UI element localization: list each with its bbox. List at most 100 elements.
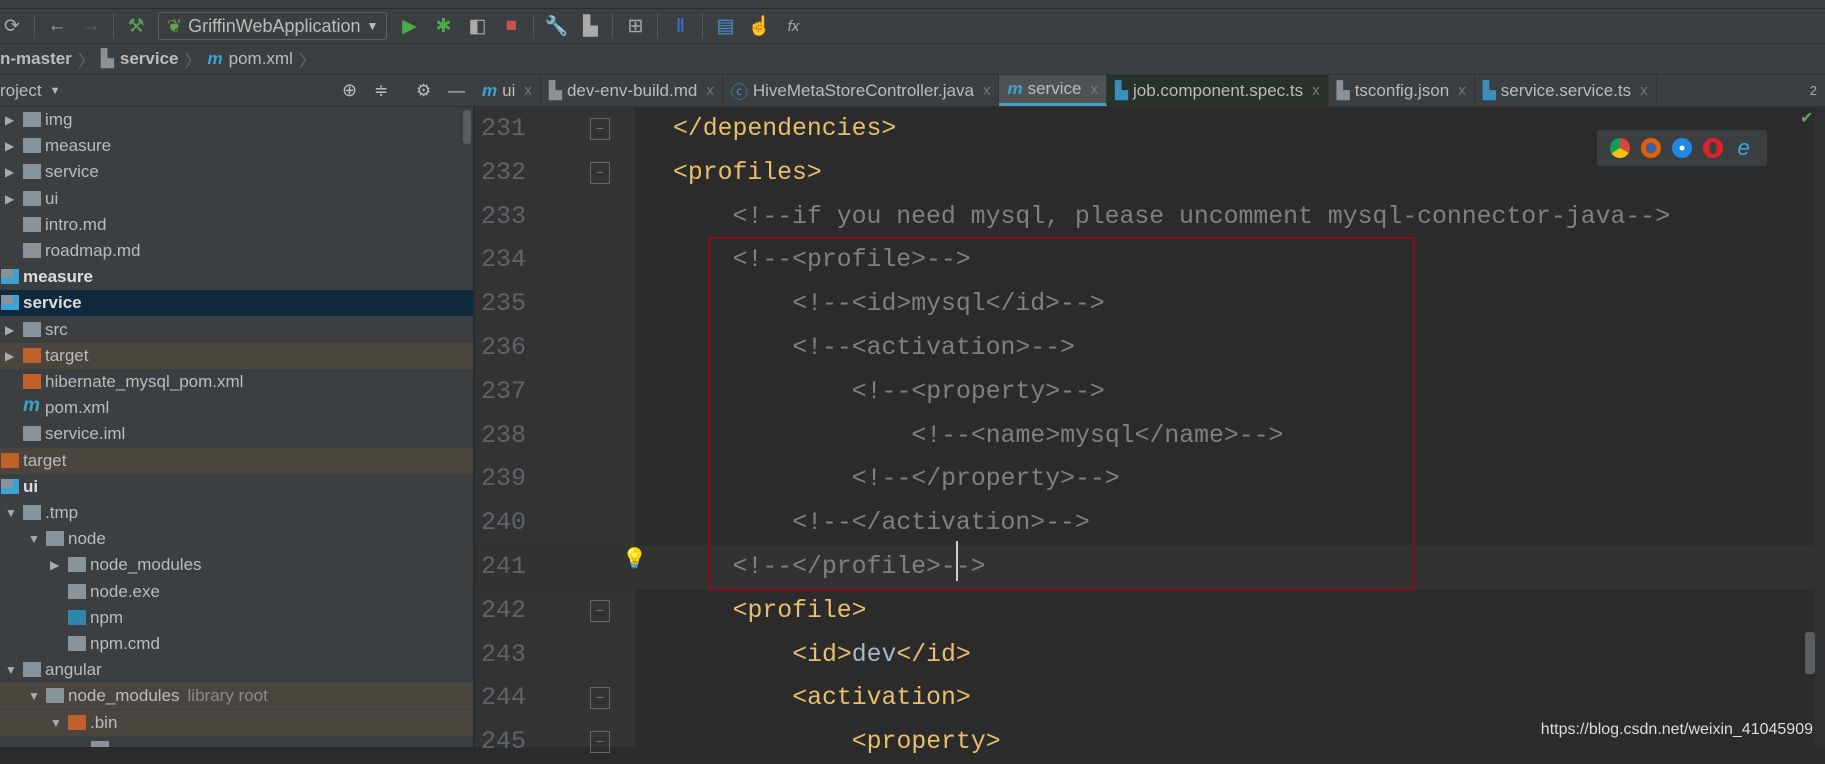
chevron-down-icon: ▼ [366,19,379,33]
tab-tsconfig-json[interactable]: ▙ tsconfig.json x [1329,75,1475,106]
tree-item[interactable]: ▶ service [0,159,473,185]
tree-item[interactable]: ▼ node [0,526,473,552]
touch-icon[interactable]: ☝ [747,14,772,38]
tree-item[interactable]: ▶ ui [0,186,473,212]
tree-item[interactable]: ▼ angular [0,657,473,683]
build-hammer-icon[interactable]: ⚒ [124,15,148,38]
safari-icon[interactable] [1671,138,1692,158]
gear-icon[interactable]: ⚙ [416,81,431,101]
fold-end-icon[interactable]: − [590,118,610,140]
project-structure-icon[interactable]: ▙ [578,15,602,38]
chevron-right-icon[interactable]: ▶ [5,323,14,337]
tab-overflow-count[interactable]: 2 [1810,83,1817,98]
tree-item[interactable]: npm [0,605,473,631]
locate-icon[interactable]: ⊕ [342,80,357,101]
fold-collapse-icon[interactable]: − [590,161,610,184]
breadcrumb-item[interactable]: service [120,49,179,69]
tab-dev-env-build-md[interactable]: ▙ dev-env-build.md x [541,75,723,106]
tree-scrollbar[interactable] [463,110,471,144]
editor-scrollbar[interactable] [1805,632,1815,674]
firefox-icon[interactable] [1641,138,1662,158]
close-icon[interactable]: x [524,82,532,99]
chevron-down-icon[interactable]: ▼ [28,532,40,546]
minimize-icon[interactable]: — [448,81,465,101]
tree-item[interactable]: node.exe [0,579,473,605]
fold-collapse-icon[interactable]: − [590,687,610,710]
chevron-down-icon[interactable]: ▼ [28,689,40,703]
code-token-tag: </dependencies> [673,115,897,143]
tree-item[interactable]: measure [0,264,473,290]
tree-item[interactable]: hibernate_mysql_pom.xml [0,369,473,395]
sdk-icon[interactable]: ⊞ [623,15,647,38]
close-icon[interactable]: x [983,82,991,99]
jrebel-icon[interactable]: Ⅱ [668,15,692,38]
fold-collapse-icon[interactable]: − [590,599,610,622]
chrome-icon[interactable] [1610,138,1631,158]
run-icon[interactable]: ▶ [397,15,421,38]
collapse-all-icon[interactable]: ≑ [374,81,388,101]
tab-service[interactable]: m service x [999,75,1107,106]
debug-icon[interactable]: ✱ [431,15,455,38]
chevron-right-icon[interactable]: ▶ [5,139,14,153]
tree-item[interactable]: ▶ img [0,107,473,133]
breadcrumb-item[interactable]: pom.xml [229,49,293,69]
folder-icon [23,164,41,180]
wrench-icon[interactable]: 🔧 [544,14,569,38]
tree-item[interactable]: ▶ src [0,317,473,343]
tab-service-service-ts[interactable]: ▙ service.service.ts x [1475,75,1657,106]
run-configuration-select[interactable]: ❦ GriffinWebApplication ▼ [158,12,388,40]
tree-item[interactable]: ▼ .tmp [0,500,473,526]
ie-icon[interactable]: e [1734,137,1754,159]
chevron-down-icon[interactable]: ▼ [50,716,62,730]
project-view-select[interactable]: roject [0,81,42,101]
tree-item[interactable]: roadmap.md [0,238,473,264]
back-arrow-icon[interactable]: ← [45,15,69,37]
json-icon: ▙ [1336,80,1350,100]
tree-item[interactable]: ui [0,474,473,500]
chevron-right-icon[interactable]: ▶ [50,558,59,572]
tree-item[interactable]: m pom.xml [0,395,473,421]
inspection-ok-icon[interactable]: ✔ [1800,108,1813,128]
sync-icon[interactable]: ⟳ [0,15,24,38]
task-icon[interactable]: ▤ [713,15,737,38]
close-icon[interactable]: x [706,82,714,99]
tab-ui[interactable]: m ui x [474,75,541,106]
tree-item[interactable]: ▼ .bin [0,709,473,736]
chevron-right-icon[interactable]: ▶ [5,113,14,127]
close-icon[interactable]: x [1458,82,1466,99]
chevron-down-icon[interactable]: ▼ [50,85,61,97]
stop-icon[interactable]: ■ [499,15,523,37]
orange-folder-icon [23,347,41,363]
chevron-right-icon[interactable]: ▶ [5,349,14,363]
lightbulb-icon[interactable]: 💡 [622,546,647,571]
close-icon[interactable]: x [1312,82,1320,99]
tree-item[interactable]: ▶ node_modules [0,552,473,578]
tree-item[interactable]: ▶ measure [0,133,473,159]
code-line: <id>dev</id> [792,633,971,677]
tree-item[interactable]: target [0,447,473,474]
tree-item[interactable]: ▼ node_modules library root [0,683,473,710]
tree-item[interactable]: npm.cmd [0,631,473,657]
close-icon[interactable]: x [1640,82,1648,99]
tree-item[interactable]: intro.md [0,212,473,238]
tree-item[interactable]: ▶ target [0,342,473,369]
tab-hivemetastorecontroller-java[interactable]: ⓒ HiveMetaStoreController.java x [723,75,1000,106]
fold-collapse-icon[interactable]: − [590,731,610,754]
menu-bar[interactable] [0,0,1825,9]
tab-label: ui [502,80,516,100]
chevron-down-icon[interactable]: ▼ [5,663,17,677]
close-icon[interactable]: x [1090,81,1098,98]
tab-job-component-spec-ts[interactable]: ▙ job.component.spec.ts x [1106,75,1329,106]
tree-item[interactable] [0,736,473,747]
forward-arrow-icon[interactable]: → [79,15,103,37]
coverage-icon[interactable]: ◧ [465,15,489,38]
tree-item[interactable]: service [0,290,473,317]
chevron-down-icon[interactable]: ▼ [5,506,17,520]
breadcrumb-item[interactable]: n-master [0,49,72,69]
tree-item[interactable]: service.iml [0,421,473,447]
chevron-right-icon[interactable]: ▶ [5,192,14,206]
error-stripe[interactable] [1815,107,1825,747]
opera-icon[interactable] [1702,138,1723,158]
fx-icon[interactable]: fx [781,18,805,35]
chevron-right-icon[interactable]: ▶ [5,165,14,179]
